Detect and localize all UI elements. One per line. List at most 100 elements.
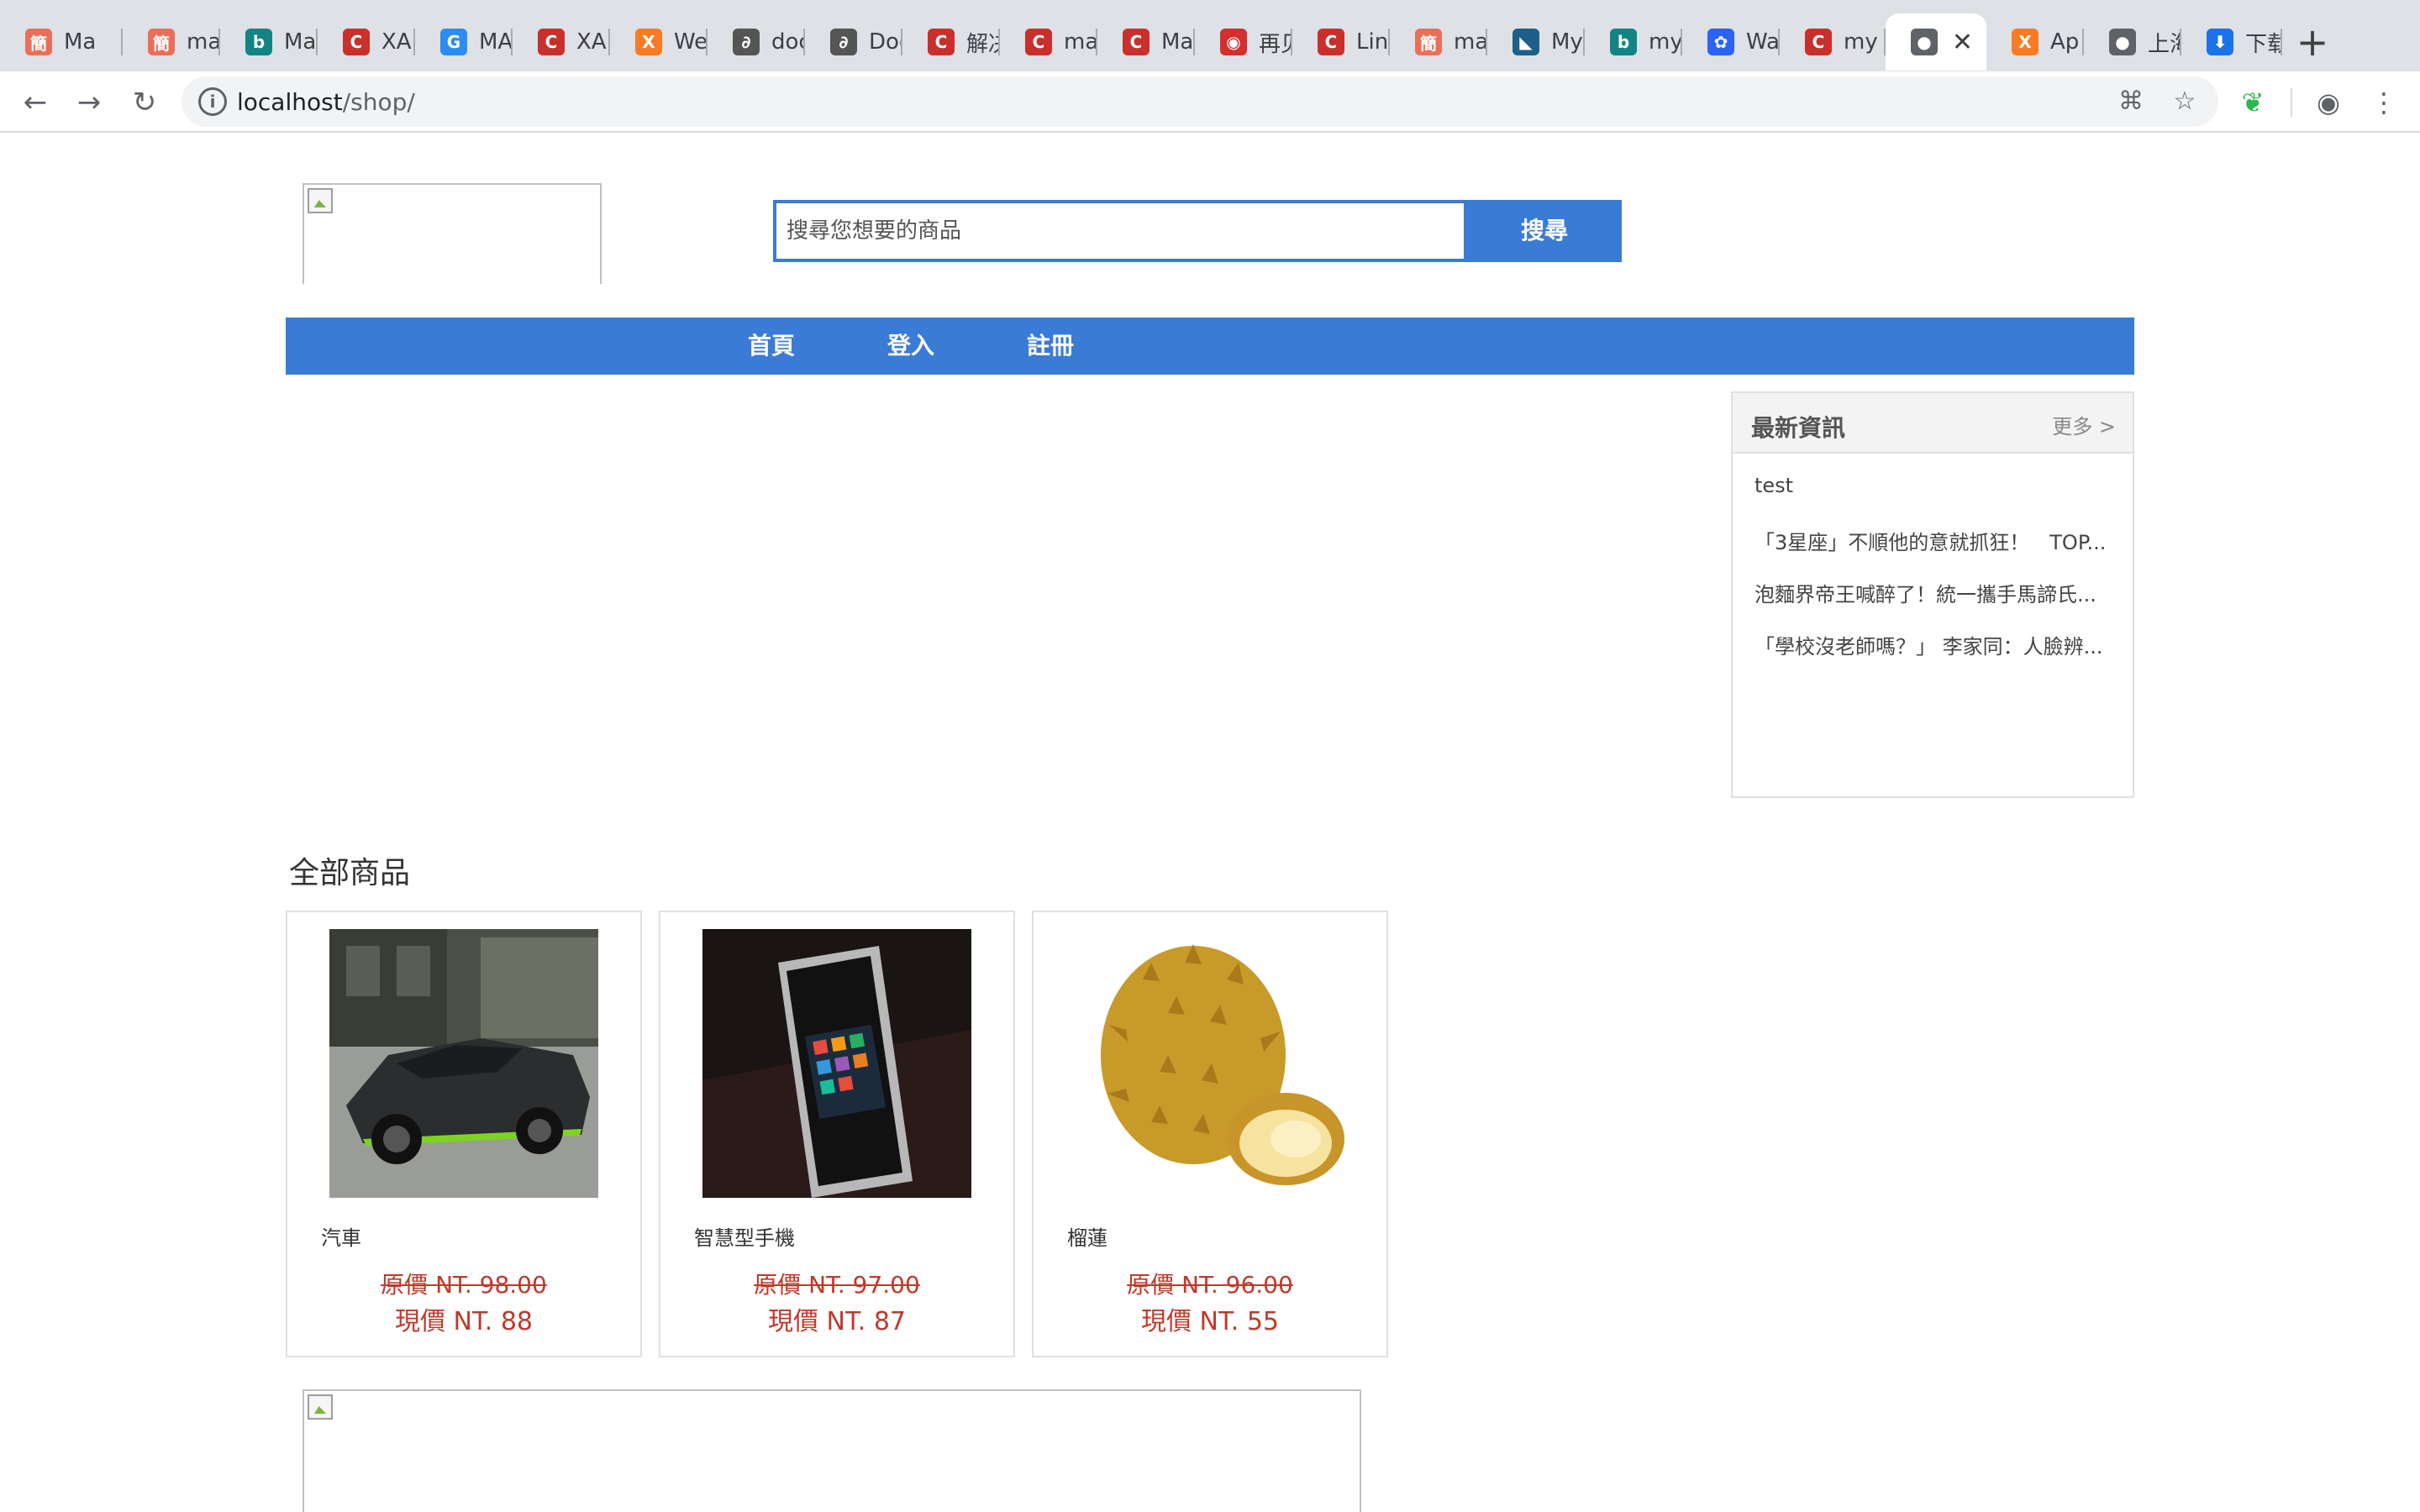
new-tab-button[interactable]: + bbox=[2294, 18, 2331, 66]
site-info-icon[interactable]: i bbox=[198, 87, 227, 116]
menu-kebab-icon[interactable]: ⋮ bbox=[2368, 87, 2400, 118]
browser-tab[interactable]: ● 上海 bbox=[2084, 13, 2181, 71]
download-icon: ⬇ bbox=[2207, 29, 2233, 55]
news-more-link[interactable]: 更多 > bbox=[2052, 410, 2116, 439]
products-section-title: 全部商品 bbox=[289, 856, 411, 890]
browser-tab[interactable]: b Ma bbox=[220, 13, 318, 71]
address-bar[interactable]: i localhost/shop/ ⌘ ☆ bbox=[182, 76, 2218, 127]
csdn-icon: C bbox=[1123, 29, 1150, 55]
bing-icon: b bbox=[1610, 29, 1637, 55]
product-name[interactable]: 汽車 bbox=[321, 1221, 361, 1251]
close-tab-icon[interactable]: ✕ bbox=[1952, 28, 1973, 57]
product-phone-image[interactable] bbox=[702, 929, 971, 1198]
bing-icon: b bbox=[245, 29, 272, 55]
browser-tab[interactable]: ✿ Wa bbox=[1682, 13, 1780, 71]
tab-title: Wa bbox=[1746, 29, 1780, 55]
bookmark-star-icon[interactable]: ☆ bbox=[2168, 87, 2202, 117]
news-panel: 最新資訊 更多 > test 「3星座」不順他的意就抓狂！ TOP... 泡麵界… bbox=[1731, 391, 2134, 798]
site-logo[interactable] bbox=[302, 183, 602, 284]
product-car-image[interactable] bbox=[329, 929, 598, 1198]
browser-tab[interactable]: C XAI bbox=[513, 13, 610, 71]
nav-login[interactable]: 登入 bbox=[887, 318, 934, 375]
browser-tab[interactable]: Cmac bbox=[1000, 13, 1097, 71]
browser-tab[interactable]: ∂ doc bbox=[708, 13, 805, 71]
tab-title: XAI bbox=[576, 29, 610, 55]
news-item[interactable]: 「學校沒老師嗎？」 李家同：人臉辨... bbox=[1754, 630, 2116, 682]
browser-tab[interactable]: G MA bbox=[415, 13, 513, 71]
browser-tab[interactable]: ∂ Doc bbox=[805, 13, 902, 71]
browser-tab[interactable]: Cmy bbox=[1780, 13, 1886, 71]
browser-tab[interactable]: 簡 ma bbox=[1390, 13, 1487, 71]
reload-icon[interactable]: ↻ bbox=[121, 71, 168, 133]
address-url[interactable]: localhost/shop/ bbox=[237, 88, 415, 116]
tab-separator bbox=[2281, 29, 2282, 55]
shop-page: 搜尋 首頁 登入 註冊 最新資訊 更多 > test 「3星座」不順他的意就抓狂… bbox=[0, 133, 2420, 1512]
toolbar-divider bbox=[2291, 88, 2292, 117]
tab-title: Ma bbox=[1161, 29, 1194, 55]
jianshu-icon: 簡 bbox=[148, 29, 175, 55]
nav-register[interactable]: 註冊 bbox=[1027, 318, 1074, 375]
xampp-icon: X bbox=[2012, 29, 2039, 55]
globe-icon: ● bbox=[2109, 29, 2136, 55]
broken-image-icon bbox=[308, 1394, 333, 1420]
product-durian-image[interactable] bbox=[1076, 929, 1344, 1198]
product-card[interactable]: 榴蓮 原價 NT. 96.00 現價 NT. 55 bbox=[1032, 911, 1388, 1357]
news-title: 最新資訊 bbox=[1751, 414, 1846, 442]
tab-title: Ap bbox=[2050, 29, 2080, 55]
browser-tab[interactable]: b my bbox=[1585, 13, 1682, 71]
tab-title: ma bbox=[1454, 29, 1487, 55]
back-arrow-icon[interactable]: ← bbox=[12, 71, 59, 133]
tab-title: Ma bbox=[64, 29, 97, 55]
news-item[interactable]: test bbox=[1754, 474, 2116, 526]
profile-avatar-icon[interactable]: ◉ bbox=[2312, 87, 2344, 118]
browser-tab[interactable]: C 解决 bbox=[902, 13, 1000, 71]
browser-tab[interactable]: X Ap bbox=[1986, 13, 2084, 71]
translate-icon[interactable]: ⌘ bbox=[2114, 87, 2148, 117]
csdn-icon: C bbox=[1318, 29, 1344, 55]
search-button[interactable]: 搜尋 bbox=[1467, 200, 1622, 262]
mysql-icon: ◣ bbox=[1512, 29, 1539, 55]
tab-strip: 簡Ma簡mabMaCXAIGMACXAIXWe∂doc∂DocC解决CmacCM… bbox=[0, 0, 2420, 71]
banner-image[interactable] bbox=[302, 1389, 1361, 1512]
nav-home[interactable]: 首頁 bbox=[748, 318, 795, 375]
forward-arrow-icon[interactable]: → bbox=[66, 71, 113, 133]
product-name[interactable]: 智慧型手機 bbox=[694, 1221, 795, 1251]
xampp-icon: X bbox=[635, 29, 662, 55]
browser-tab[interactable]: ◣ My bbox=[1487, 13, 1585, 71]
tab-title: my bbox=[1844, 29, 1878, 55]
browser-tab[interactable]: C Lin bbox=[1292, 13, 1390, 71]
browser-tab[interactable]: ◉ 再见 bbox=[1195, 13, 1292, 71]
evernote-extension-icon[interactable]: ❦ bbox=[2237, 87, 2269, 118]
tab-active[interactable]: ● ✕ bbox=[1886, 13, 1986, 71]
browser-tab[interactable]: C XAI bbox=[318, 13, 415, 71]
product-current-price: 現價 NT. 88 bbox=[395, 1307, 533, 1336]
broken-image-icon bbox=[308, 188, 333, 213]
news-header: 最新資訊 更多 > bbox=[1733, 393, 2133, 454]
product-original-price: 原價 NT. 98.00 bbox=[381, 1271, 547, 1299]
news-item[interactable]: 泡麵界帝王喊醉了！統一攜手馬諦氏... bbox=[1754, 578, 2116, 630]
tab-title: 解决 bbox=[966, 31, 1000, 57]
product-name[interactable]: 榴蓮 bbox=[1067, 1221, 1107, 1251]
tab-title: 下载 bbox=[2245, 31, 2282, 57]
product-current-price: 現價 NT. 87 bbox=[768, 1307, 906, 1336]
product-current-price: 現價 NT. 55 bbox=[1141, 1307, 1279, 1336]
globe-blue-icon: G bbox=[440, 29, 467, 55]
news-item[interactable]: 「3星座」不順他的意就抓狂！ TOP... bbox=[1754, 526, 2116, 578]
csdn-icon: C bbox=[343, 29, 370, 55]
product-card[interactable]: 汽車 原價 NT. 98.00 現價 NT. 88 bbox=[286, 911, 642, 1357]
search-input[interactable] bbox=[776, 203, 1464, 259]
eye-icon: ◉ bbox=[1220, 29, 1247, 55]
tab-title: ma bbox=[187, 29, 220, 55]
jianshu-icon: 簡 bbox=[25, 29, 52, 55]
browser-tab[interactable]: C Ma bbox=[1097, 13, 1195, 71]
browser-tab[interactable]: X We bbox=[610, 13, 708, 71]
browser-tab[interactable]: 簡 Ma bbox=[0, 13, 123, 71]
tab-title: 再见 bbox=[1259, 31, 1292, 57]
browser-tab[interactable]: ⬇ 下载 bbox=[2181, 13, 2282, 71]
product-card[interactable]: 智慧型手機 原價 NT. 97.00 現價 NT. 87 bbox=[659, 911, 1015, 1357]
csdn-icon: C bbox=[1805, 29, 1832, 55]
tab-title: 上海 bbox=[2148, 31, 2181, 57]
browser-tab[interactable]: 簡 ma bbox=[123, 13, 220, 71]
tab-title: My bbox=[1551, 29, 1583, 55]
browser-toolbar: ← → ↻ i localhost/shop/ ⌘ ☆ ❦ ◉ ⋮ bbox=[0, 71, 2420, 133]
